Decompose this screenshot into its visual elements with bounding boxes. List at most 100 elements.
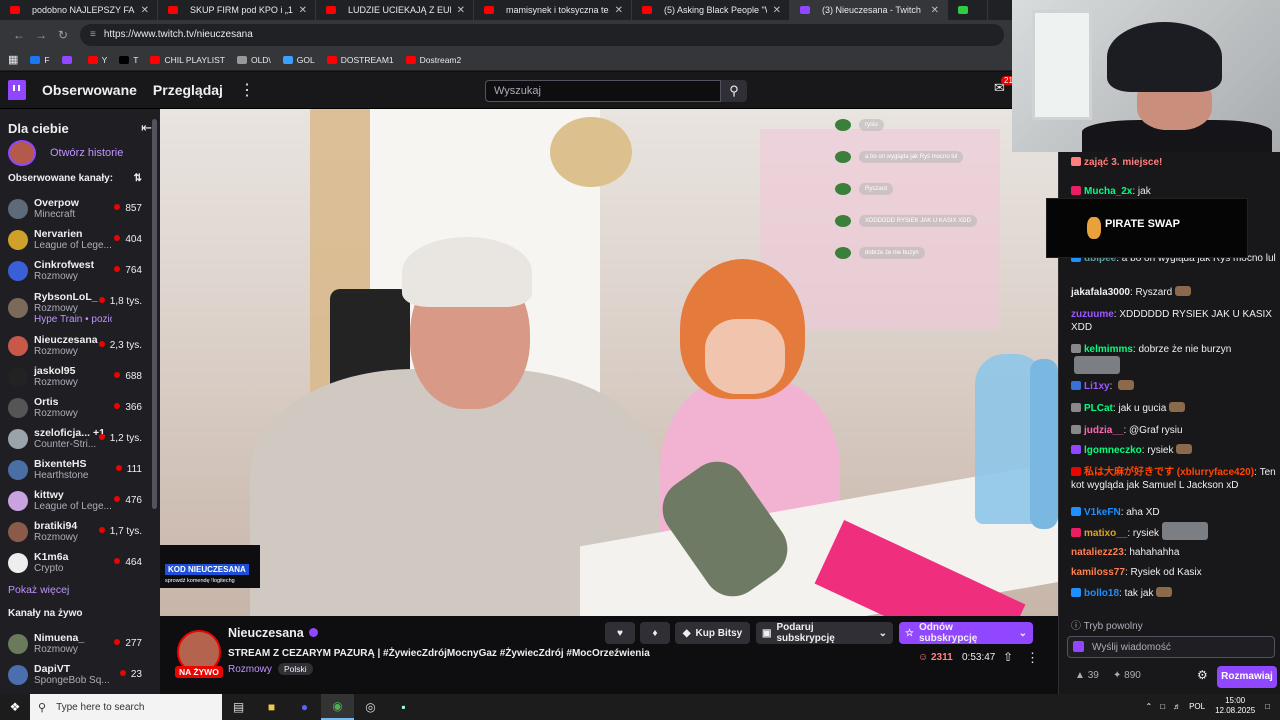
sidebar-channel[interactable]: Ortis Rozmowy 366 [0, 392, 160, 423]
chat-username[interactable]: lgomneczko [1084, 445, 1142, 456]
forward-icon[interactable]: → [30, 28, 52, 42]
network-icon[interactable]: □ [1160, 702, 1165, 711]
chat-input[interactable]: Wyślij wiadomość [1067, 636, 1275, 658]
chat-username[interactable]: kelmimms [1084, 344, 1133, 355]
gift-sub-button[interactable]: ▣ Podaruj subskrypcję ⌄ [756, 622, 893, 644]
windows-start-icon[interactable]: ❖ [0, 700, 30, 714]
chat-username[interactable]: jakafala3000 [1071, 287, 1130, 298]
open-stories[interactable]: Otwórz historie [0, 139, 160, 167]
browser-tab[interactable]: SKUP FIRM pod KPO i „100% W ✕ [158, 0, 316, 20]
streamer-name[interactable]: Nieuczesana [228, 626, 318, 640]
site-info-icon[interactable]: ≡ [90, 29, 96, 40]
bookmark-item[interactable]: OLD\ [236, 55, 271, 65]
browser-tab[interactable]: podobno NAJLEPSZY FAST FOOD ✕ [0, 0, 158, 20]
chat-send-button[interactable]: Rozmawiaj [1217, 666, 1277, 688]
reload-icon[interactable]: ↻ [52, 28, 74, 42]
sidebar-channel[interactable]: BixenteHS Hearthstone 111 [0, 454, 160, 485]
sidebar-channel[interactable]: Nervarien League of Lege... 404 [0, 224, 160, 255]
sidebar-scrollbar[interactable] [152, 119, 157, 509]
share-icon[interactable]: ⇧ [1003, 650, 1013, 664]
chat-username[interactable]: 私は大麻が好きです (xblurryface420) [1084, 467, 1254, 478]
chrome-icon[interactable]: ◉ [321, 694, 354, 720]
chat-badge-icon [1071, 344, 1081, 353]
stream-category[interactable]: Rozmowy [228, 664, 272, 675]
close-tab-icon[interactable]: ✕ [141, 5, 149, 16]
bookmark-item[interactable] [61, 55, 76, 64]
bookmark-item[interactable]: T [119, 55, 138, 65]
bookmark-item[interactable]: CHIL PLAYLIST [150, 55, 225, 65]
close-tab-icon[interactable]: ✕ [299, 5, 307, 16]
close-tab-icon[interactable]: ✕ [773, 5, 781, 16]
chat-text: rysiek [1147, 445, 1174, 456]
sidebar-channel[interactable]: DapiVT SpongeBob Sq... 23 [0, 659, 160, 690]
more-options-icon[interactable]: ⋮ [1026, 650, 1039, 666]
chat-username[interactable]: judzia__ [1084, 425, 1123, 436]
sidebar-channel[interactable]: Cinkrofwest Rozmowy 764 [0, 255, 160, 286]
nav-following[interactable]: Obserwowane [42, 82, 137, 98]
bookmark-item[interactable]: Dostream2 [405, 55, 461, 65]
chat-settings-icon[interactable]: ⚙ [1197, 668, 1208, 682]
tray-chevron-icon[interactable]: ⌃ [1146, 702, 1153, 711]
language-indicator[interactable]: POL [1189, 702, 1205, 711]
bookmark-item[interactable]: DOSTREAM1 [326, 55, 394, 65]
buy-bits-button[interactable]: ◆ Kup Bitsy [675, 622, 750, 644]
sidebar-channel[interactable]: Nieuczesana Rozmowy 2,3 tys. [0, 330, 160, 361]
browser-tab[interactable]: mo [948, 0, 988, 20]
chat-username[interactable]: matixo__ [1084, 528, 1127, 539]
collapse-sidebar-icon[interactable]: ⇤ [141, 120, 152, 136]
search-input[interactable]: Wyszukaj [485, 80, 721, 102]
channel-points-b[interactable]: ✦ 890 [1113, 670, 1141, 681]
close-tab-icon[interactable]: ✕ [615, 5, 623, 16]
renew-sub-button[interactable]: ☆ Odnów subskrypcję ⌄ [899, 622, 1033, 644]
chat-username[interactable]: V1keFN [1084, 507, 1121, 518]
chat-username[interactable]: nataliezz23 [1071, 547, 1124, 558]
search-icon[interactable]: ⚲ [721, 80, 747, 102]
more-menu-icon[interactable]: ⋮ [239, 80, 255, 100]
taskbar-search[interactable]: ⚲ Type here to search [30, 694, 222, 720]
chat-username[interactable]: kamiloss77 [1071, 567, 1125, 578]
chat-username[interactable]: bollo18 [1084, 588, 1119, 599]
video-player[interactable]: rysiu a bo on wygląda jak Ryś mocno lul Ry… [160, 109, 1058, 616]
volume-icon[interactable]: ♬ [1173, 702, 1181, 711]
pirate-swap-ad[interactable]: PIRATE SWAP [1046, 198, 1248, 258]
chat-username[interactable]: Mucha_2x [1084, 186, 1132, 197]
sidebar-channel[interactable]: kittwy League of Lege... 476 [0, 485, 160, 516]
sidebar-channel[interactable]: RybsonLoL_RozmowyHype Train • pozio...1,… [0, 286, 160, 330]
chat-username[interactable]: zuzuume [1071, 309, 1114, 320]
chat-username[interactable]: PLCat [1084, 403, 1113, 414]
sort-icon[interactable]: ⇅ [134, 173, 142, 193]
url-field[interactable]: ≡ https://www.twitch.tv/nieuczesana [80, 23, 1004, 46]
task-view-icon[interactable]: ▤ [222, 694, 255, 720]
sidebar-channel[interactable]: szeloficja... +1 Counter-Stri... 1,2 tys. [0, 423, 160, 454]
close-tab-icon[interactable]: ✕ [931, 5, 939, 16]
nav-browse[interactable]: Przeglądaj [153, 82, 223, 98]
notification-center-icon[interactable]: □ [1265, 702, 1270, 711]
notifications-bell-button[interactable]: ♦ [640, 622, 670, 644]
sidebar-channel[interactable]: bratiki94 Rozmowy 1,7 tys. [0, 516, 160, 547]
chat-username[interactable]: Li1xy [1084, 381, 1110, 392]
browser-tab[interactable]: LUDZIE UCIEKAJĄ Z EUROPEJSKI ✕ [316, 0, 474, 20]
discord-icon[interactable]: ● [288, 694, 321, 720]
bookmark-item[interactable]: F [30, 55, 50, 65]
obs-icon[interactable]: ◎ [354, 694, 387, 720]
back-icon[interactable]: ← [8, 28, 30, 42]
browser-tab[interactable]: mamisynek i toksyczna teściowa ✕ [474, 0, 632, 20]
twitch-logo-icon[interactable] [8, 80, 26, 100]
channel-points-a[interactable]: ▲ 39 [1075, 670, 1099, 681]
close-tab-icon[interactable]: ✕ [457, 5, 465, 16]
sidebar-channel[interactable]: Nimuena_ Rozmowy 277 [0, 628, 160, 659]
language-tag[interactable]: Polski [278, 663, 313, 675]
sidebar-channel[interactable]: Overpow Minecraft 857 [0, 193, 160, 224]
follow-heart-button[interactable]: ♥ [605, 622, 635, 644]
browser-tab[interactable]: (3) Nieuczesana - Twitch ✕ [790, 0, 948, 20]
apps-icon[interactable]: ▦ [8, 53, 18, 66]
bookmark-item[interactable]: GOL [282, 55, 315, 65]
show-more-link[interactable]: Pokaż więcej [0, 578, 160, 602]
browser-tab[interactable]: (5) Asking Black People "Where ✕ [632, 0, 790, 20]
bookmark-item[interactable]: Y [87, 55, 107, 65]
clock[interactable]: 15:00 12.08.2025 [1215, 696, 1255, 716]
app-icon[interactable]: ▪ [387, 694, 420, 720]
sidebar-channel[interactable]: jaskol95 Rozmowy 688 [0, 361, 160, 392]
file-explorer-icon[interactable]: ■ [255, 694, 288, 720]
sidebar-channel[interactable]: K1m6a Crypto 464 [0, 547, 160, 578]
